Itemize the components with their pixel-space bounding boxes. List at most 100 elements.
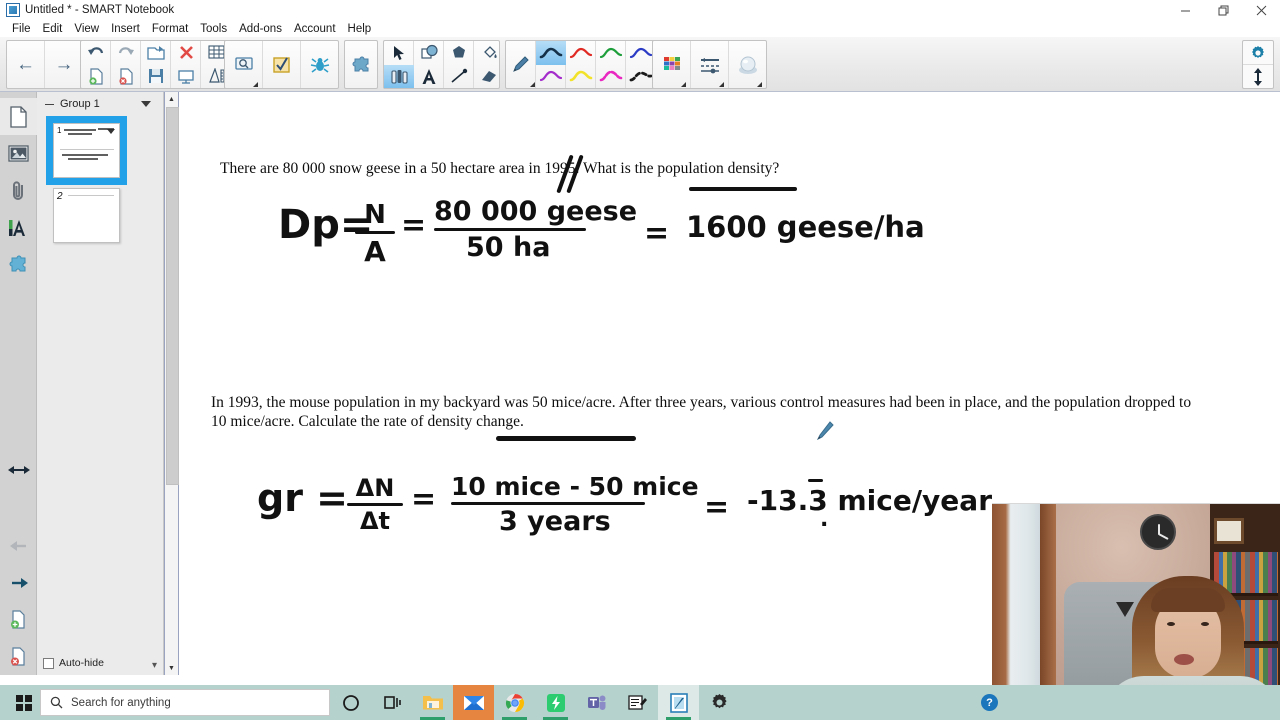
- smart-notebook-button[interactable]: [658, 685, 699, 720]
- scrollbar-thumb[interactable]: [166, 107, 179, 485]
- menu-add-ons[interactable]: Add-ons: [233, 22, 288, 36]
- line-tool[interactable]: [444, 65, 474, 89]
- add-page-button[interactable]: [81, 65, 111, 89]
- menu-help[interactable]: Help: [342, 22, 378, 36]
- smart-notebook-icon: [6, 3, 20, 17]
- line-properties-button[interactable]: [695, 41, 725, 88]
- close-button[interactable]: [1242, 0, 1280, 20]
- auto-hide-label: Auto-hide: [59, 657, 104, 669]
- menu-tools[interactable]: Tools: [194, 22, 233, 36]
- chevron-down-icon[interactable]: [141, 101, 151, 107]
- screen-capture-button[interactable]: [229, 41, 259, 88]
- pen-style-pencil[interactable]: [506, 41, 536, 88]
- work2-value-denominator: 3 years: [499, 506, 611, 537]
- work2-equals-1: =: [411, 482, 437, 517]
- sidebar-resize-handle[interactable]: [0, 451, 37, 488]
- addons-tab[interactable]: [0, 246, 37, 283]
- scroll-down-button[interactable]: ▼: [165, 661, 178, 675]
- group-header[interactable]: Group 1: [37, 92, 163, 114]
- color-palette-button[interactable]: [657, 41, 687, 88]
- next-page-button[interactable]: →: [45, 41, 83, 88]
- main-toolbar: ← →: [0, 37, 1280, 92]
- teams-button[interactable]: [576, 685, 617, 720]
- move-toolbar-button[interactable]: [1243, 65, 1273, 88]
- auto-hide-checkbox[interactable]: Auto-hide: [43, 657, 104, 669]
- open-file-button[interactable]: [141, 41, 171, 65]
- screen-shade-icon: [178, 70, 194, 84]
- page-number-label: 2: [57, 191, 63, 202]
- shapes-tool[interactable]: [414, 41, 444, 65]
- settings-button[interactable]: [1243, 41, 1273, 65]
- settings-button[interactable]: [699, 685, 740, 720]
- stroke-icon: [569, 70, 593, 82]
- menu-insert[interactable]: Insert: [105, 22, 146, 36]
- save-button[interactable]: [141, 65, 171, 89]
- shazam-button[interactable]: [535, 685, 576, 720]
- page-thumbnail-1[interactable]: 1: [46, 116, 127, 185]
- canvas-vertical-scrollbar[interactable]: ▲ ▼: [164, 92, 179, 675]
- mail-button[interactable]: [453, 685, 494, 720]
- scroll-up-button[interactable]: ▲: [165, 92, 178, 106]
- pen-stroke-black-blue[interactable]: [536, 41, 566, 65]
- shape-pen-tool[interactable]: [444, 41, 474, 65]
- attachments-tab[interactable]: [0, 172, 37, 209]
- menu-edit[interactable]: Edit: [37, 22, 69, 36]
- sidebar-expand-chevron[interactable]: ▾: [152, 660, 157, 671]
- eraser-icon: [482, 71, 496, 83]
- file-explorer-button[interactable]: [412, 685, 453, 720]
- work1-result: 1600 geese/ha: [686, 210, 925, 244]
- transparency-button[interactable]: [733, 41, 763, 88]
- repeating-decimal-bar: [808, 479, 824, 482]
- help-badge[interactable]: ?: [981, 694, 998, 711]
- title-bar: Untitled * - SMART Notebook: [0, 0, 1280, 20]
- page-add-icon: [10, 610, 25, 629]
- previous-page-button[interactable]: ←: [7, 41, 46, 88]
- select-tool[interactable]: [384, 41, 414, 65]
- undo-button[interactable]: [81, 41, 111, 65]
- pens-tool[interactable]: [384, 64, 414, 88]
- menu-view[interactable]: View: [68, 22, 105, 36]
- pen-stroke-magenta[interactable]: [596, 65, 626, 89]
- work2-equals-2: =: [704, 490, 730, 525]
- add-ons-button[interactable]: [346, 41, 376, 88]
- arrows-horizontal-icon: [7, 465, 30, 474]
- checkbox-box[interactable]: [43, 657, 54, 669]
- collapse-icon[interactable]: [45, 100, 54, 109]
- redo-icon: [118, 47, 134, 55]
- menu-account[interactable]: Account: [288, 22, 342, 36]
- screen-shade-button[interactable]: [171, 65, 201, 89]
- menu-format[interactable]: Format: [146, 22, 194, 36]
- chevron-down-icon[interactable]: [107, 129, 115, 134]
- pen-stroke-yellow[interactable]: [566, 65, 596, 89]
- pen-stroke-green[interactable]: [596, 41, 626, 65]
- chrome-button[interactable]: [494, 685, 535, 720]
- gallery-tab[interactable]: [0, 135, 37, 172]
- delete-page-button[interactable]: [111, 65, 141, 89]
- smart-lab-button[interactable]: [305, 41, 335, 88]
- rail-forward-button[interactable]: [0, 564, 37, 601]
- page-thumbnail-2[interactable]: 2: [53, 188, 120, 243]
- pen-stroke-purple[interactable]: [536, 65, 566, 89]
- rail-add-page-button[interactable]: [0, 601, 37, 638]
- pen-stroke-red[interactable]: [566, 41, 596, 65]
- page-sorter-tab[interactable]: [0, 98, 37, 135]
- rail-delete-page-button[interactable]: [0, 638, 37, 675]
- response-button[interactable]: [267, 41, 297, 88]
- question-2-text: In 1993, the mouse population in my back…: [211, 394, 1192, 430]
- cortana-button[interactable]: [330, 685, 371, 720]
- redo-button[interactable]: [111, 41, 141, 65]
- notes-button[interactable]: [617, 685, 658, 720]
- eraser-tool[interactable]: [474, 65, 504, 89]
- fill-tool[interactable]: [474, 41, 504, 65]
- menu-file[interactable]: File: [6, 22, 37, 36]
- rail-back-button[interactable]: [0, 527, 37, 564]
- delete-button[interactable]: [171, 41, 201, 65]
- search-input[interactable]: Search for anything: [40, 689, 330, 716]
- work2-result-suffix: mice/year: [827, 484, 992, 517]
- task-view-button[interactable]: [371, 685, 412, 720]
- text-tool[interactable]: [414, 65, 444, 89]
- page-thumbnail-list: 1 2: [37, 114, 163, 243]
- restore-button[interactable]: [1204, 0, 1242, 20]
- minimize-button[interactable]: [1166, 0, 1204, 20]
- properties-tab[interactable]: [0, 209, 37, 246]
